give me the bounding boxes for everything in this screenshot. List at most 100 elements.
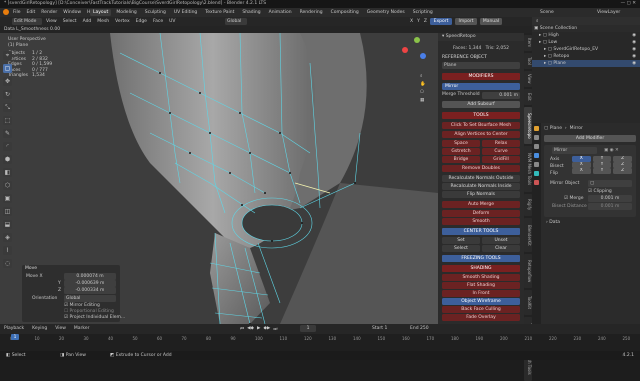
npanel-tab-item[interactable]: Item [524, 35, 532, 51]
data-tab-icon[interactable] [534, 171, 539, 176]
project-individual-checkbox[interactable]: ☑ Project Individual Elem... [64, 315, 125, 320]
workspace-tab-texture-paint[interactable]: Texture Paint [202, 9, 237, 16]
select-box-icon[interactable]: ▢ [3, 64, 12, 73]
tools-header[interactable]: TOOLS [442, 112, 520, 119]
axis-flip-z-toggle[interactable]: Z [613, 168, 633, 174]
pan-hand-icon[interactable]: ✋ [420, 82, 426, 87]
add-subsurf-button[interactable]: Add Subsurf [442, 101, 520, 108]
move-icon[interactable]: ✥ [3, 77, 12, 86]
outliner-item[interactable]: ▸ ▢ Plane ◉ [532, 60, 640, 67]
mirror-editing-checkbox[interactable]: ☑ Mirror Editing [64, 303, 100, 308]
physics-tab-icon[interactable] [534, 162, 539, 167]
normals-button-2[interactable]: Flip Normals [442, 191, 520, 198]
merge-threshold-field[interactable]: 0.001 m [481, 92, 520, 99]
material-tab-icon[interactable] [534, 180, 539, 185]
modifier-visibility-icons[interactable]: ▣ ◉ ✕ [604, 148, 619, 153]
data-subpanel[interactable]: › Data [546, 220, 560, 225]
reference-object-field[interactable]: Plane [442, 62, 520, 69]
filter-icon[interactable]: ⌕ [536, 18, 539, 24]
axis-flip-x-toggle[interactable]: X [572, 168, 591, 174]
keying-menu[interactable]: Keying [32, 326, 47, 331]
add-modifier-button[interactable]: Add Modifier [544, 135, 636, 142]
grid-icon[interactable]: ▦ [420, 98, 426, 103]
workspace-tab-layout[interactable]: Layout [90, 9, 112, 16]
window-controls[interactable]: — ▢ ✕ [621, 1, 636, 6]
mode-selector[interactable]: Edit Mode [12, 18, 42, 25]
npanel-tab-tool[interactable]: Tool [524, 53, 532, 69]
workspace-tab-modeling[interactable]: Modeling [113, 9, 139, 16]
outliner-item[interactable]: ▸ ▢ Low ◉ [532, 39, 640, 46]
mirror-toggle[interactable]: Mirror [442, 83, 520, 90]
extrude-icon[interactable]: ◧ [3, 168, 12, 177]
current-frame-field[interactable]: 1 [300, 325, 316, 332]
smooth-shading-button[interactable]: Smooth Shading [442, 274, 520, 281]
center-select-button[interactable]: Select [442, 245, 480, 252]
rotate-icon[interactable]: ↻ [3, 90, 12, 99]
merge-field[interactable]: 0.001 m [588, 195, 632, 202]
space-button[interactable]: Space [442, 140, 480, 147]
remove-doubles-button[interactable]: Remove Doubles [442, 165, 520, 172]
clipping-checkbox[interactable]: ☑ Clipping [588, 189, 612, 194]
menu-window[interactable]: Window [63, 10, 81, 15]
npanel-tab-view[interactable]: View [524, 71, 532, 87]
mirror-axis-x[interactable]: X [410, 19, 413, 24]
proportional-editing-checkbox[interactable]: ☐ Proportional Editing [64, 309, 114, 314]
start-frame[interactable]: Start 1 [372, 326, 387, 331]
deform-button[interactable]: Deform [442, 210, 520, 217]
view-layer-selector[interactable]: ViewLayer [597, 10, 620, 15]
gizmo-x-icon[interactable] [402, 47, 408, 53]
cursor-icon[interactable]: ⌖ [3, 51, 12, 60]
workspace-tab-rendering[interactable]: Rendering [297, 9, 326, 16]
modifiers-header[interactable]: MODIFIERS [442, 73, 520, 80]
transform-icon[interactable]: ⬚ [3, 116, 12, 125]
gizmo-z-icon[interactable] [420, 53, 426, 59]
zoom-icon[interactable]: ⌕ [420, 73, 426, 79]
viewport-menu-vertex[interactable]: Vertex [115, 19, 129, 24]
merge-checkbox[interactable]: ☑ Merge [564, 196, 584, 201]
view-menu[interactable]: View [55, 326, 66, 331]
visibility-eye-icon[interactable]: ◉ [632, 32, 636, 39]
workspace-tab-uv-editing[interactable]: UV Editing [171, 9, 200, 16]
loop-cut-icon[interactable]: ◫ [3, 207, 12, 216]
workspace-tab-sculpting[interactable]: Sculpting [142, 9, 169, 16]
npanel-tab-rigify[interactable]: Rigify [524, 194, 532, 216]
visibility-eye-icon[interactable]: ◉ [632, 46, 636, 53]
spin-icon[interactable]: ⌇ [3, 246, 12, 255]
knife-icon[interactable]: ⬓ [3, 220, 12, 229]
manual-button[interactable]: Manual [480, 18, 502, 25]
workspace-tab-animation[interactable]: Animation [266, 9, 295, 16]
viewport-menu-uv[interactable]: UV [169, 19, 175, 24]
marker-menu[interactable]: Marker [74, 326, 90, 331]
flat-shading-button[interactable]: Flat Shading [442, 282, 520, 289]
timeline-track[interactable]: 0102030405060708090100110120130140150160… [0, 334, 640, 351]
3d-viewport[interactable]: User Perspective (1) Plane Objects 1 / 2V… [0, 33, 438, 324]
freezing-tools-header[interactable]: FREEZING TOOLS [442, 255, 520, 262]
next-key-icon[interactable]: ◆▶ [263, 326, 270, 332]
shading-header[interactable]: SHADING [442, 265, 520, 272]
output-tab-icon[interactable] [534, 144, 539, 149]
play-icon[interactable]: ▶ [257, 326, 260, 332]
outliner-item[interactable]: ▸ ▢ SverdGirlRetopo_EV ◉ [532, 46, 640, 53]
poly-build-icon[interactable]: ◈ [3, 233, 12, 242]
gstretch-button[interactable]: Gstretch [442, 148, 480, 155]
npanel-tab-nvm-mesh-tools[interactable]: NVM Mesh Tools [524, 146, 532, 192]
export-button[interactable]: Export [430, 18, 452, 25]
viewport-menu-add[interactable]: Add [83, 19, 92, 24]
npanel-tab-blenderkit[interactable]: BlenderKit [524, 218, 532, 252]
workspace-tab-geometry-nodes[interactable]: Geometry Nodes [364, 9, 408, 16]
annotate-icon[interactable]: ✎ [3, 129, 12, 138]
smooth-button[interactable]: Smooth [442, 218, 520, 225]
bridge-button[interactable]: Bridge [442, 156, 480, 163]
workspace-tab-scripting[interactable]: Scripting [410, 9, 436, 16]
mirror-axis-z[interactable]: Z [424, 19, 427, 24]
gridfill-button[interactable]: GridFill [482, 156, 520, 163]
center-clear-button[interactable]: Clear [482, 245, 520, 252]
inset-icon[interactable]: ⬡ [3, 181, 12, 190]
playback-menu[interactable]: Playback [4, 326, 24, 331]
jump-end-icon[interactable]: ⏭ [273, 326, 277, 332]
normals-button-0[interactable]: Recalculate Normals Outside [442, 175, 520, 182]
prev-key-icon[interactable]: ◀◆ [247, 326, 254, 332]
gizmo-y-icon[interactable] [414, 37, 420, 43]
normals-button-1[interactable]: Recalculate Normals Inside [442, 183, 520, 190]
camera-icon[interactable]: ⎔ [420, 90, 426, 95]
